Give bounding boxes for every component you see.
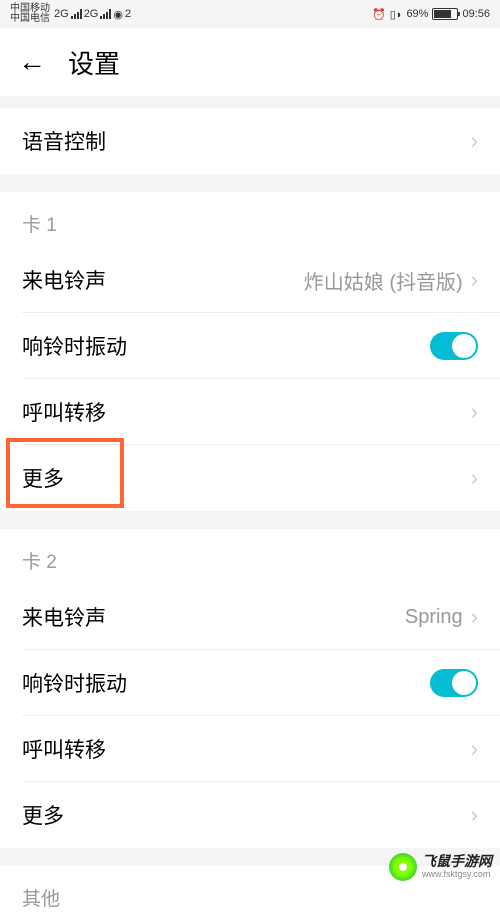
chevron-right-icon: ›	[471, 399, 478, 425]
item-label: 呼叫转移	[22, 734, 106, 764]
sim2-vibrate-toggle[interactable]	[430, 669, 478, 697]
app-header: ← 设置	[0, 28, 500, 96]
wifi-icon: ◉	[113, 8, 123, 21]
carrier-labels: 中国移动 中国电信	[10, 4, 50, 24]
divider	[0, 174, 500, 192]
watermark-logo-icon	[389, 853, 417, 881]
item-value: Spring	[405, 606, 463, 629]
item-label: 呼叫转移	[22, 397, 106, 427]
voice-control-item[interactable]: 语音控制 ›	[0, 108, 500, 174]
item-label: 来电铃声	[22, 265, 106, 295]
chevron-right-icon: ›	[471, 604, 478, 630]
chevron-right-icon: ›	[471, 128, 478, 154]
signal-icon-1	[71, 9, 82, 19]
net-type-1: 2G	[54, 8, 69, 20]
carrier-2: 中国电信	[10, 14, 50, 24]
net-type-2: 2G	[84, 8, 99, 20]
sim1-more-item[interactable]: 更多 ›	[0, 445, 500, 511]
sim2-more-item[interactable]: 更多 ›	[0, 782, 500, 848]
status-right: ⏰ ▯◗ 69% 09:56	[372, 8, 490, 21]
item-label: 来电铃声	[22, 602, 106, 632]
sim2-vibrate-item: 响铃时振动	[0, 650, 500, 716]
status-bar: 中国移动 中国电信 2G 2G ◉ 2 ⏰ ▯◗ 69% 09:56	[0, 0, 500, 28]
sim1-vibrate-toggle[interactable]	[430, 332, 478, 360]
battery-pct: 69%	[406, 8, 428, 20]
watermark: 飞鼠手游网 www.fsktgsy.com	[389, 853, 492, 881]
battery-icon	[432, 8, 458, 20]
watermark-url: www.fsktgsy.com	[422, 870, 492, 880]
signal-icon-2	[100, 9, 111, 19]
wifi-index: 2	[125, 8, 131, 20]
chevron-right-icon: ›	[471, 267, 478, 293]
chevron-right-icon: ›	[471, 736, 478, 762]
divider	[0, 96, 500, 108]
sim1-call-forward-item[interactable]: 呼叫转移 ›	[0, 379, 500, 445]
sim1-vibrate-item: 响铃时振动	[0, 313, 500, 379]
back-button[interactable]: ←	[18, 46, 46, 78]
clock: 09:56	[462, 8, 490, 20]
watermark-title: 飞鼠手游网	[422, 854, 492, 869]
item-label: 更多	[22, 800, 64, 830]
item-label: 响铃时振动	[22, 668, 127, 698]
sim2-call-forward-item[interactable]: 呼叫转移 ›	[0, 716, 500, 782]
chevron-right-icon: ›	[471, 802, 478, 828]
sim1-ringtone-item[interactable]: 来电铃声 炸山姑娘 (抖音版) ›	[0, 247, 500, 313]
page-title: 设置	[68, 44, 120, 81]
alarm-icon: ⏰	[372, 8, 386, 21]
divider	[0, 511, 500, 529]
sim1-header: 卡 1	[0, 192, 500, 247]
status-left: 中国移动 中国电信 2G 2G ◉ 2	[10, 4, 131, 24]
item-label: 响铃时振动	[22, 331, 127, 361]
sim2-ringtone-item[interactable]: 来电铃声 Spring ›	[0, 584, 500, 650]
sim2-header: 卡 2	[0, 529, 500, 584]
item-label: 更多	[22, 463, 64, 493]
chevron-right-icon: ›	[471, 465, 478, 491]
vibrate-icon: ▯◗	[390, 8, 403, 21]
item-label: 语音控制	[22, 126, 106, 156]
item-value: 炸山姑娘 (抖音版)	[304, 266, 463, 295]
